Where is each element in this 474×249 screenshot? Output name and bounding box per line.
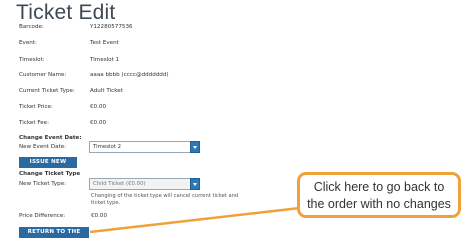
callout-line-1: Click here to go back to [313, 180, 445, 194]
callout-line-2: the order with no changes [307, 197, 451, 211]
callout-box: Click here to go back to the order with … [297, 172, 461, 218]
